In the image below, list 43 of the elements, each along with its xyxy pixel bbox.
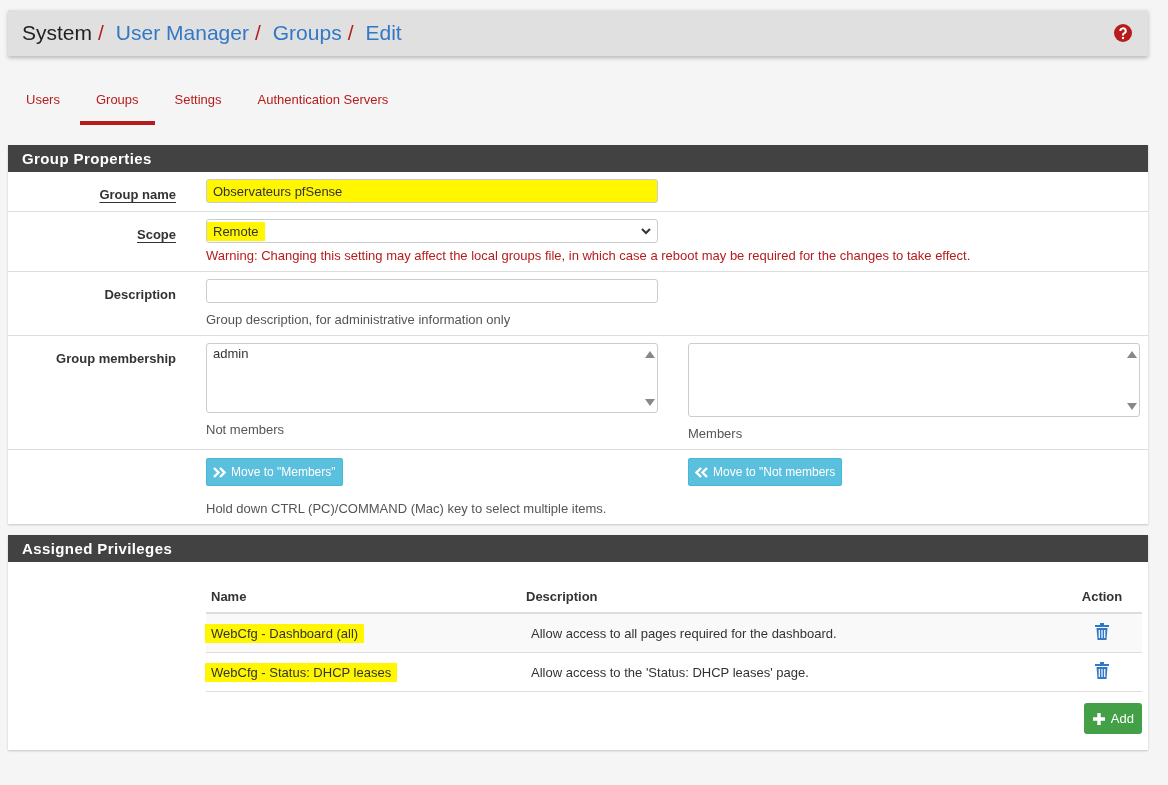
breadcrumb-text: System xyxy=(22,21,92,45)
breadcrumb-separator: / xyxy=(98,21,104,45)
scope-select[interactable]: Remote xyxy=(206,219,658,243)
list-caption: Members xyxy=(688,426,744,441)
tab[interactable]: Settings xyxy=(158,88,238,125)
help-text: Hold down CTRL (PC)/COMMAND (Mac) key to select multiple items. xyxy=(206,501,608,516)
scroll-down-arrow-icon[interactable] xyxy=(645,399,655,406)
panel-title: Group Properties xyxy=(8,145,1148,172)
scroll-up-arrow-icon[interactable] xyxy=(645,351,655,358)
add-button[interactable]: Add xyxy=(1083,703,1142,734)
breadcrumb-link[interactable]: User Manager xyxy=(115,21,249,45)
breadcrumb-separator: / xyxy=(347,21,354,45)
warning-text: Warning: Changing this setting may affect the local groups file, in which case a reboot may be required for the changes to take effect. xyxy=(206,248,972,263)
trash-icon[interactable] xyxy=(1095,662,1109,679)
panel-title: Assigned Privileges xyxy=(8,535,1148,562)
table-cell: WebCfg - Status: DHCP leases xyxy=(205,662,398,682)
breadcrumb-separator: / xyxy=(254,21,261,45)
table-cell: Allow access to all pages required for the dashboard. xyxy=(531,625,837,641)
help-text: Group description, for administrative information only xyxy=(206,312,512,327)
trash-icon[interactable] xyxy=(1095,623,1109,640)
scroll-up-arrow-icon[interactable] xyxy=(1127,351,1137,358)
help-icon[interactable] xyxy=(1114,24,1132,42)
input-field[interactable]: Observateurs pfSense xyxy=(206,179,658,203)
scroll-down-arrow-icon[interactable] xyxy=(1127,403,1137,410)
input-field[interactable] xyxy=(206,279,658,303)
double-chevron-icon xyxy=(213,466,226,478)
double-chevron-icon xyxy=(695,466,708,478)
tab[interactable]: Groups xyxy=(79,88,155,125)
tab[interactable]: Users xyxy=(10,88,76,125)
table-cell: Allow access to the 'Status: DHCP leases' page. xyxy=(531,664,809,680)
breadcrumb-link[interactable]: Groups xyxy=(272,21,342,45)
dropdown-caret-icon xyxy=(641,227,651,235)
list-item[interactable]: admin xyxy=(213,346,249,361)
not-members-list[interactable]: admin xyxy=(206,343,658,413)
plus-icon xyxy=(1091,711,1106,726)
tab[interactable]: Authentication Servers xyxy=(241,88,405,125)
field-label: Group membership xyxy=(56,351,176,366)
table-cell: WebCfg - Dashboard (all) xyxy=(205,623,365,643)
field-label: Description xyxy=(104,287,176,302)
field-label: Scope xyxy=(137,227,176,242)
list-caption: Not members xyxy=(206,422,286,437)
breadcrumb-link[interactable]: Edit xyxy=(365,21,402,45)
field-label: Group name xyxy=(99,187,176,202)
